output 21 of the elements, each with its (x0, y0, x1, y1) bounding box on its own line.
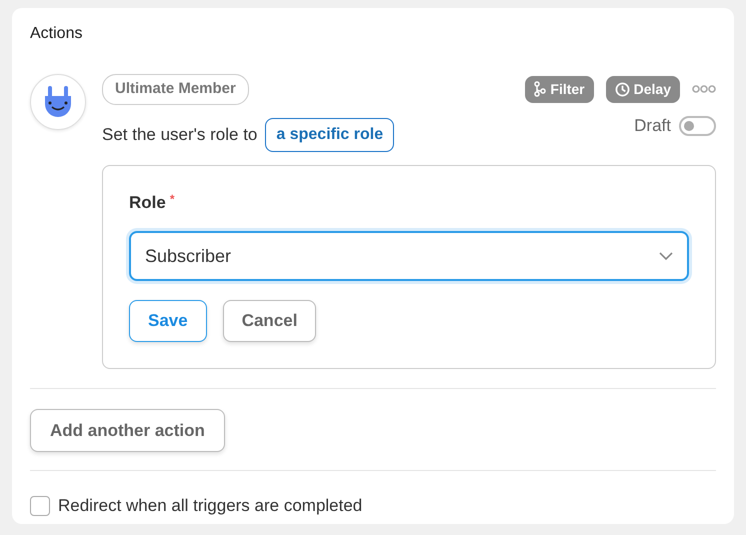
action-description: Set the user's role to (102, 124, 258, 146)
required-marker: * (170, 192, 175, 206)
chevron-down-icon (659, 252, 673, 260)
add-action-button[interactable]: Add another action (30, 408, 225, 452)
field-label: Role * (129, 190, 176, 214)
filter-button[interactable]: Filter (525, 76, 594, 103)
cancel-button[interactable]: Cancel (222, 300, 316, 342)
save-button[interactable]: Save (129, 300, 207, 342)
draft-toggle[interactable] (679, 116, 716, 136)
app-tag: Ultimate Member (102, 74, 249, 104)
section-title: Actions (30, 24, 84, 44)
branch-icon (534, 81, 546, 98)
clock-icon (614, 82, 630, 97)
redirect-checkbox[interactable] (30, 496, 50, 516)
draft-label: Draft (634, 114, 671, 137)
checkbox-label: Redirect when all triggers are completed (58, 495, 362, 517)
plug-icon (30, 74, 86, 130)
role-select[interactable]: Subscriber (129, 231, 689, 281)
more-icon[interactable] (692, 85, 716, 94)
role-link-button[interactable]: a specific role (265, 118, 394, 152)
delay-button[interactable]: Delay (606, 76, 680, 103)
